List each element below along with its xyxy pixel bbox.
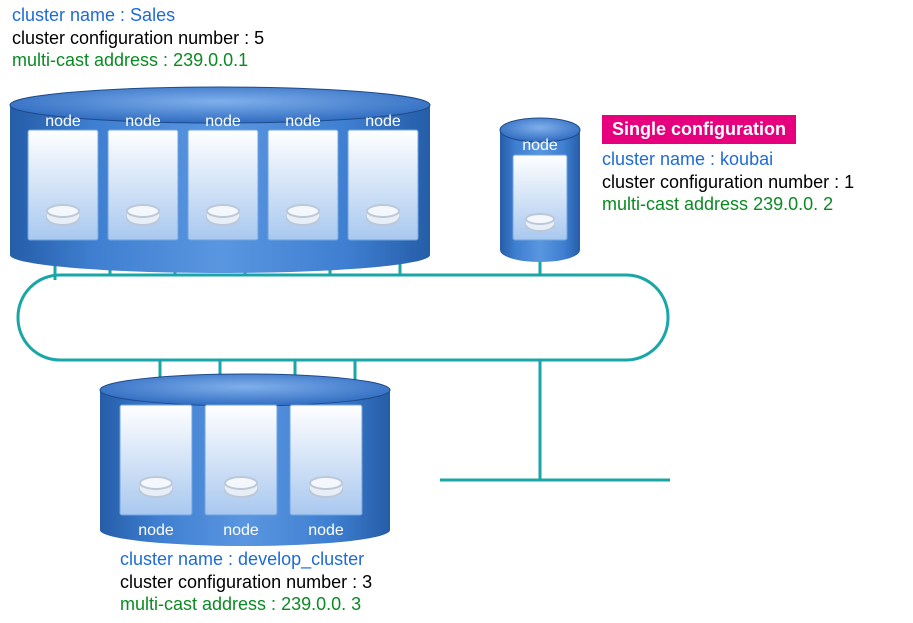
koubai-name-value: koubai [720, 149, 773, 169]
single-config-banner: Single configuration [602, 115, 796, 144]
koubai-config-value: 1 [844, 172, 854, 192]
sales-mcast-label: multi-cast address : [12, 50, 173, 70]
sales-cluster-info: cluster name : Sales cluster configurati… [12, 4, 264, 72]
koubai-name-label: cluster name : [602, 149, 720, 169]
cluster-sales: node node node node node [10, 87, 430, 273]
koubai-mcast-label: multi-cast address [602, 194, 753, 214]
develop-config-value: 3 [362, 572, 372, 592]
node-label: node [522, 137, 558, 154]
cluster-koubai: node [500, 118, 580, 262]
develop-name-label: cluster name : [120, 549, 238, 569]
sales-config-label: cluster configuration number : [12, 28, 254, 48]
node: node [188, 113, 258, 240]
koubai-cluster-info: cluster name : koubai cluster configurat… [602, 148, 854, 216]
sales-config-value: 5 [254, 28, 264, 48]
node-label: node [138, 522, 174, 539]
node-label: node [285, 113, 321, 130]
develop-name-value: develop_cluster [238, 549, 364, 569]
node-label: node [205, 113, 241, 130]
node-label: node [223, 522, 259, 539]
koubai-config-label: cluster configuration number : [602, 172, 844, 192]
node: node [268, 113, 338, 240]
develop-mcast-label: multi-cast address : [120, 594, 281, 614]
sales-mcast-value: 239.0.0.1 [173, 50, 248, 70]
node: node [348, 113, 418, 240]
node-label: node [45, 113, 81, 130]
network-diagram: node node node node node [0, 0, 913, 623]
node-label: node [308, 522, 344, 539]
node: node [108, 113, 178, 240]
sales-name-label: cluster name : [12, 5, 130, 25]
node-label: node [125, 113, 161, 130]
develop-mcast-value: 239.0.0. 3 [281, 594, 361, 614]
develop-config-label: cluster configuration number : [120, 572, 362, 592]
cluster-develop: node node node [100, 374, 390, 546]
koubai-mcast-value: 239.0.0. 2 [753, 194, 833, 214]
node-label: node [365, 113, 401, 130]
node: node [28, 113, 98, 240]
develop-cluster-info: cluster name : develop_cluster cluster c… [120, 548, 372, 616]
sales-name-value: Sales [130, 5, 175, 25]
